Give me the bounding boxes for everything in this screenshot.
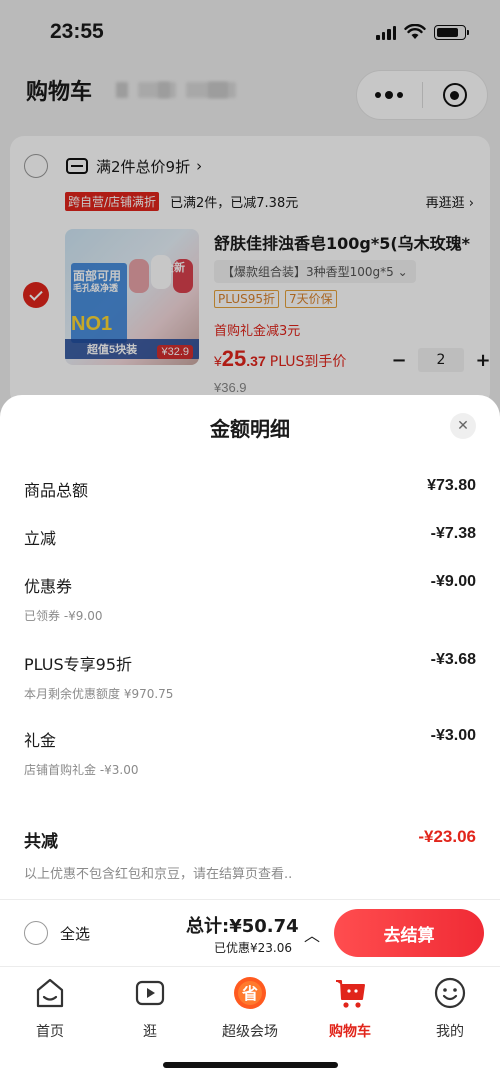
total-discount-amount: -¥23.06 xyxy=(418,827,476,846)
tab-cart[interactable]: 购物车 xyxy=(310,975,390,1041)
detail-row-goods-total: 商品总额 ¥73.80 xyxy=(24,477,476,501)
saved-amount: 已优惠¥23.06 xyxy=(214,941,292,955)
close-button[interactable]: ✕ xyxy=(450,413,476,439)
detail-row-coupon: 优惠券 -¥9.00 已领券 -¥9.00 xyxy=(24,573,476,624)
discount-note: 以上优惠不包含红包和京豆，请在结算页查看.. xyxy=(24,867,293,882)
sheet-title: 金额明细 xyxy=(210,417,290,441)
detail-label: PLUS专享95折 xyxy=(24,655,132,674)
detail-label: 礼金 xyxy=(24,731,57,750)
select-all-radio[interactable] xyxy=(24,921,48,945)
tab-label: 逛 xyxy=(143,1024,157,1040)
super-venue-icon: 省 xyxy=(234,977,266,1009)
detail-amount: -¥3.00 xyxy=(430,727,476,744)
detail-subtext: 本月剩余优惠额度 ¥970.75 xyxy=(24,687,174,701)
tab-super-venue[interactable]: 省 超级会场 xyxy=(210,975,290,1041)
tab-label: 超级会场 xyxy=(222,1024,278,1040)
detail-row-plus: PLUS专享95折 -¥3.68 本月剩余优惠额度 ¥970.75 xyxy=(24,651,476,702)
detail-row-instant-discount: 立减 -¥7.38 xyxy=(24,525,476,549)
tab-label: 购物车 xyxy=(329,1024,371,1040)
tab-mine[interactable]: 我的 xyxy=(410,975,490,1041)
settlement-bar: 全选 总计:¥50.74 已优惠¥23.06 ︿ 去结算 xyxy=(0,899,500,965)
checkout-button[interactable]: 去结算 xyxy=(334,909,484,957)
detail-amount: ¥73.80 xyxy=(427,477,476,494)
tab-label: 我的 xyxy=(436,1024,464,1040)
detail-subtext: 店铺首购礼金 -¥3.00 xyxy=(24,763,139,777)
detail-label: 优惠券 xyxy=(24,577,73,596)
super-venue-glyph: 省 xyxy=(241,984,258,1003)
total-price: 总计:¥50.74 xyxy=(186,916,299,937)
total-discount-label: 共减 xyxy=(24,832,58,852)
tab-label: 首页 xyxy=(36,1024,64,1040)
tab-explore[interactable]: 逛 xyxy=(110,975,190,1041)
tab-home[interactable]: 首页 xyxy=(10,975,90,1041)
chevron-up-icon[interactable]: ︿ xyxy=(304,922,320,946)
select-all-label[interactable]: 全选 xyxy=(60,923,90,944)
detail-amount: -¥9.00 xyxy=(430,573,476,590)
detail-amount: -¥3.68 xyxy=(430,651,476,668)
detail-row-gift-money: 礼金 -¥3.00 店铺首购礼金 -¥3.00 xyxy=(24,727,476,778)
home-icon xyxy=(36,978,64,1008)
cart-icon xyxy=(336,980,365,1008)
home-indicator[interactable] xyxy=(163,1062,338,1068)
smile-icon xyxy=(434,977,466,1009)
detail-label: 商品总额 xyxy=(24,481,89,500)
play-icon xyxy=(135,980,165,1006)
detail-subtext: 已领券 -¥9.00 xyxy=(24,609,103,623)
detail-amount: -¥7.38 xyxy=(430,525,476,542)
detail-label: 立减 xyxy=(24,529,57,548)
detail-row-total-discount: 共减 -¥23.06 xyxy=(24,827,476,852)
